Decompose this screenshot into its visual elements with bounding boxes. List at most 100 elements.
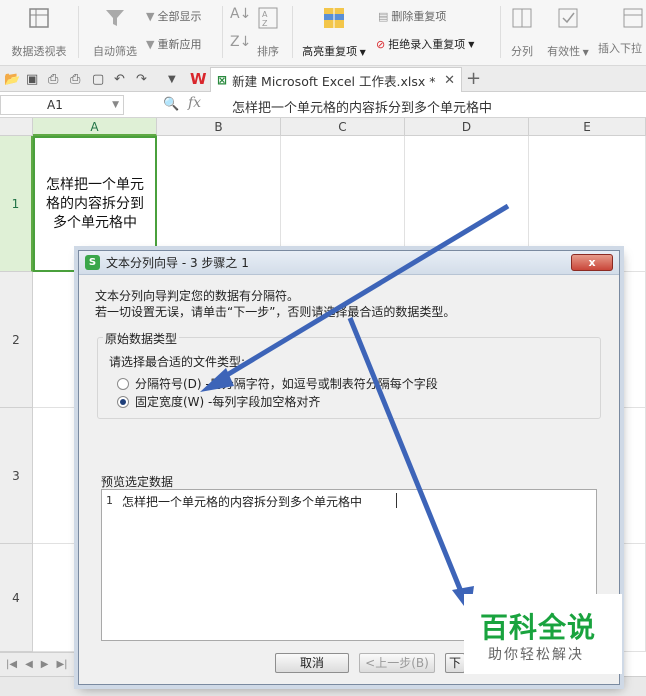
radio-delimited[interactable] xyxy=(117,377,129,390)
validity-check-icon xyxy=(558,8,578,28)
data-type-group-title: 原始数据类型 xyxy=(103,330,180,347)
tab-workbook-label: 新建 Microsoft Excel 工作表.xlsx * xyxy=(232,73,436,89)
sort-asc-icon[interactable]: A↓ xyxy=(230,6,251,22)
last-sheet-icon[interactable]: ▶| xyxy=(56,659,67,670)
cell-a1-text: 怎样把一个单元格的内容拆分到多个单元格中 xyxy=(46,176,144,231)
formula-input[interactable]: 怎样把一个单元格的内容拆分到多个单元格中 xyxy=(232,97,492,116)
split-column-button[interactable]: 分列 xyxy=(506,6,538,59)
remove-duplicates-label: 删除重复项 xyxy=(391,10,447,23)
radio-fixed-width[interactable] xyxy=(117,395,129,408)
remove-duplicates-button[interactable]: ▤ 删除重复项 xyxy=(378,8,446,24)
row-header-4[interactable]: 4 xyxy=(0,544,33,652)
highlight-duplicates-button[interactable]: 高亮重复项 ▼ xyxy=(298,6,370,59)
column-header-d[interactable]: D xyxy=(405,118,529,136)
option-fixed-width-label: 固定宽度(W) -每列字段加空格对齐 xyxy=(135,395,321,409)
row-header-3[interactable]: 3 xyxy=(0,408,33,544)
save-icon[interactable]: ▣ xyxy=(26,72,38,87)
validity-label: 有效性 xyxy=(547,45,581,58)
dialog-description-2: 若一切设置无误，请单击“下一步”，否则请选择最合适的数据类型。 xyxy=(95,305,456,319)
preview-label: 预览选定数据 xyxy=(101,475,174,489)
pivot-table-icon xyxy=(29,8,49,28)
wps-logo-icon[interactable]: W xyxy=(190,70,207,88)
funnel-small-icon: ▼ xyxy=(146,37,155,51)
folder-open-icon[interactable]: 📂 xyxy=(4,72,20,87)
column-header-b[interactable]: B xyxy=(157,118,281,136)
column-header-c[interactable]: C xyxy=(281,118,405,136)
show-all-button[interactable]: ▼ 全部显示 xyxy=(146,8,201,24)
dropdown-arrow-icon: ▼ xyxy=(357,48,366,57)
next-button[interactable]: 下 xyxy=(445,653,465,673)
validity-button[interactable]: 有效性 ▼ xyxy=(544,6,592,59)
dialog-titlebar[interactable]: S 文本分列向导 - 3 步骤之 1 x xyxy=(79,251,619,275)
row-header-1[interactable]: 1 xyxy=(0,136,33,272)
select-all-corner[interactable] xyxy=(0,118,33,136)
tab-workbook[interactable]: ⊠ 新建 Microsoft Excel 工作表.xlsx * ✕ xyxy=(210,67,462,92)
sort-desc-icon[interactable]: Z↓ xyxy=(230,34,251,50)
ribbon-divider xyxy=(500,6,501,58)
formula-bar: A1 ▼ 🔍 fx 怎样把一个单元格的内容拆分到多个单元格中 xyxy=(0,93,646,118)
column-header-e[interactable]: E xyxy=(529,118,646,136)
remove-duplicates-icon: ▤ xyxy=(378,9,389,23)
pivot-table-button[interactable]: 数据透视表 xyxy=(6,6,72,59)
show-all-label: 全部显示 xyxy=(157,10,202,23)
prev-sheet-icon[interactable]: ◀ xyxy=(25,659,33,670)
export-pdf-icon[interactable]: ⎙ xyxy=(48,72,58,87)
dropdown-arrow-icon: ▼ xyxy=(580,48,589,57)
insert-dropdown-label: 插入下拉 xyxy=(598,42,642,55)
undo-icon[interactable]: ↶ xyxy=(114,72,125,87)
print-preview-icon[interactable]: ▢ xyxy=(92,72,104,87)
cancel-button[interactable]: 取消 xyxy=(275,653,349,673)
dialog-close-button[interactable]: x xyxy=(571,254,613,271)
svg-text:Z: Z xyxy=(262,19,268,28)
close-tab-icon[interactable]: ✕ xyxy=(444,73,455,88)
insert-dropdown-button[interactable]: 插入下拉 xyxy=(598,6,646,56)
wps-sheet-icon: S xyxy=(85,255,100,270)
choose-type-label: 请选择最合适的文件类型: xyxy=(109,355,246,369)
highlight-duplicates-row: 高亮重复项 ▼ xyxy=(298,43,370,59)
reapply-label: 重新应用 xyxy=(157,38,202,51)
option-fixed-width[interactable]: 固定宽度(W) -每列字段加空格对齐 xyxy=(117,393,320,410)
name-box[interactable]: A1 ▼ xyxy=(0,95,124,115)
preview-text: 怎样把一个单元格的内容拆分到多个单元格中 xyxy=(122,495,363,509)
sheet-navigation: |◀ ◀ ▶ ▶| xyxy=(0,652,80,676)
customize-dropdown-icon[interactable]: ▼ xyxy=(168,74,176,85)
split-column-label: 分列 xyxy=(511,45,533,58)
preview-column-marker[interactable] xyxy=(396,493,397,508)
preview-line-number: 1 xyxy=(106,494,113,507)
add-tab-icon[interactable]: + xyxy=(466,68,481,89)
column-header-a[interactable]: A xyxy=(33,118,157,136)
watermark-logo: 百科全说 助你轻松解决 xyxy=(464,594,622,674)
option-delimited-label: 分隔符号(D) -用分隔字符，如逗号或制表符分隔每个字段 xyxy=(135,377,438,391)
split-column-icon xyxy=(512,8,532,28)
highlight-duplicates-label: 高亮重复项 xyxy=(302,45,358,58)
highlight-grid-icon xyxy=(324,8,344,28)
reject-duplicates-button[interactable]: ⊘ 拒绝录入重复项 ▼ xyxy=(376,36,474,52)
sort-label: 排序 xyxy=(257,45,279,58)
first-sheet-icon[interactable]: |◀ xyxy=(6,659,17,670)
pivot-table-label: 数据透视表 xyxy=(11,45,67,58)
row-header-2[interactable]: 2 xyxy=(0,272,33,408)
sort-button[interactable]: AZ 排序 xyxy=(252,6,284,59)
function-icon[interactable]: fx xyxy=(188,95,201,111)
watermark-subtitle: 助你轻松解决 xyxy=(488,647,584,663)
funnel-small-icon: ▼ xyxy=(146,9,155,23)
dialog-title: 文本分列向导 - 3 步骤之 1 xyxy=(106,256,249,270)
dropdown-arrow-icon: ▼ xyxy=(468,39,475,49)
reject-icon: ⊘ xyxy=(376,37,386,51)
quick-access-bar: 📂 ▣ ⎙ ⎙ ▢ ↶ ↷ ▼ W ⊠ 新建 Microsoft Excel 工… xyxy=(0,66,646,92)
auto-filter-button[interactable]: 自动筛选 xyxy=(84,6,146,59)
print-icon[interactable]: ⎙ xyxy=(70,72,80,87)
ribbon-divider xyxy=(222,6,223,58)
reject-duplicates-label: 拒绝录入重复项 xyxy=(388,38,466,51)
validity-row: 有效性 ▼ xyxy=(544,43,592,59)
insert-dropdown-icon xyxy=(623,8,643,28)
ribbon-toolbar: 数据透视表 自动筛选 ▼ 全部显示 ▼ 重新应用 A↓ Z↓ AZ 排序 高亮重复项… xyxy=(0,0,646,66)
sort-az-icon: AZ xyxy=(258,7,278,29)
option-delimited[interactable]: 分隔符号(D) -用分隔字符，如逗号或制表符分隔每个字段 xyxy=(117,375,438,392)
redo-icon[interactable]: ↷ xyxy=(136,72,147,87)
chevron-down-icon[interactable]: ▼ xyxy=(112,96,119,114)
zoom-search-icon[interactable]: 🔍 xyxy=(163,97,179,112)
back-button[interactable]: <上一步(B) xyxy=(359,653,435,673)
reapply-button[interactable]: ▼ 重新应用 xyxy=(146,36,201,52)
next-sheet-icon[interactable]: ▶ xyxy=(41,659,49,670)
